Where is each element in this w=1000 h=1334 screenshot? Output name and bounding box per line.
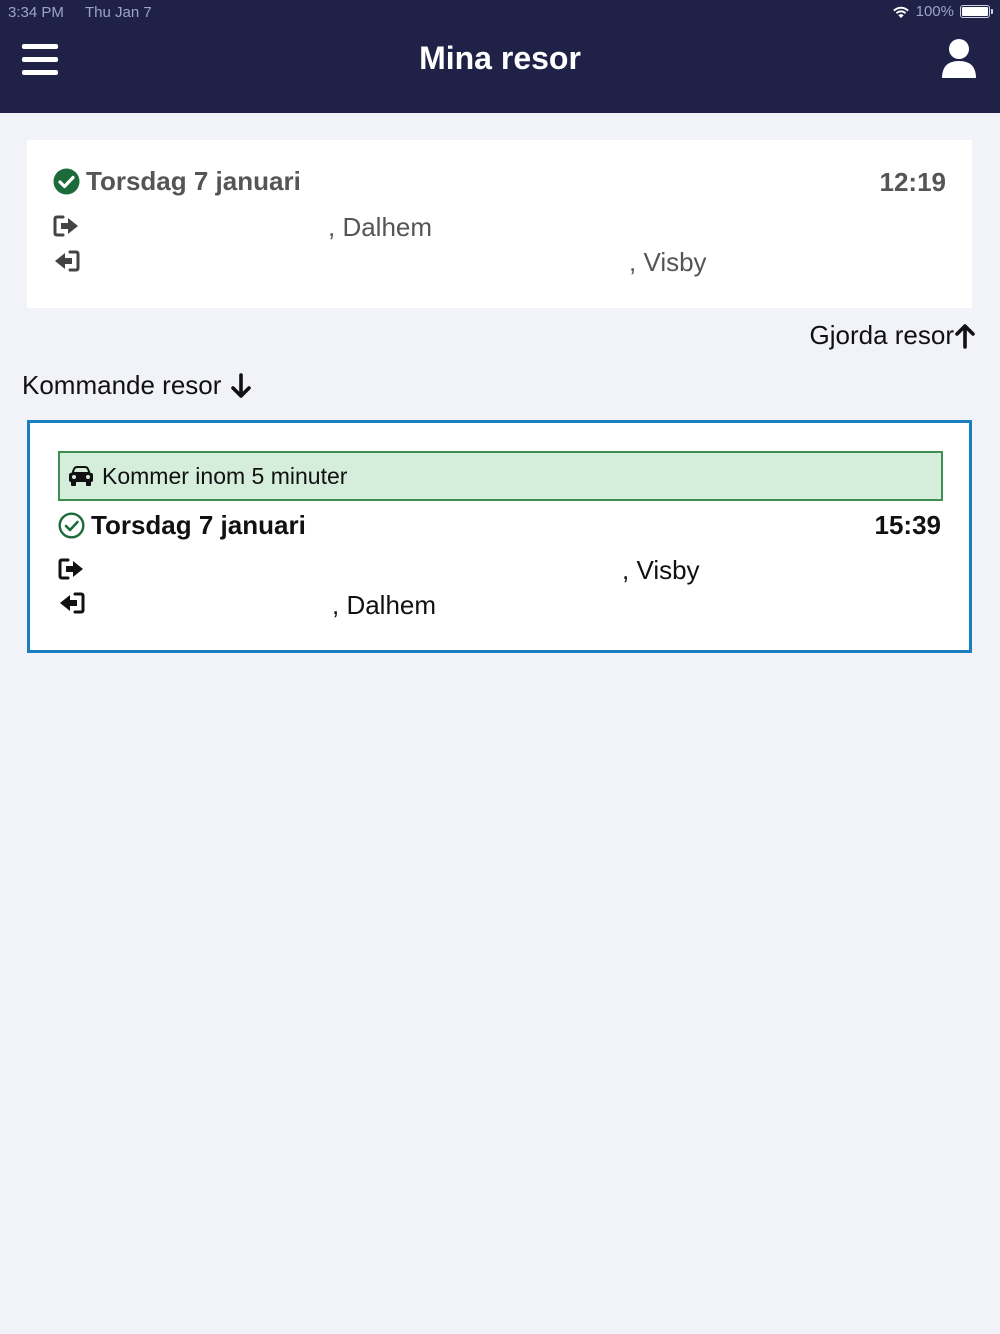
past-trip-header: Torsdag 7 januari [53, 166, 301, 197]
upcoming-trip-header: Torsdag 7 januari [58, 510, 306, 541]
battery-percent: 100% [915, 3, 954, 20]
wifi-icon [892, 6, 909, 18]
past-trip-card[interactable]: Torsdag 7 januari 12:19 , Dalhem , Visby [27, 140, 972, 308]
trip-from: , Visby [622, 555, 700, 585]
upcoming-trip-card[interactable]: Kommer inom 5 minuter Torsdag 7 januari … [27, 420, 972, 653]
trip-date: Torsdag 7 januari [91, 510, 306, 540]
app-header: 3:34 PM Thu Jan 7 100% Mina resor [0, 0, 1000, 113]
trip-from: , Dalhem [328, 212, 433, 242]
user-profile-button[interactable] [940, 38, 978, 80]
status-indicators: 100% [892, 3, 993, 20]
upcoming-trips-label: Kommande resor [22, 370, 222, 400]
user-icon [942, 39, 976, 78]
departure-icon [58, 558, 83, 580]
car-icon [69, 466, 93, 486]
done-trips-toggle[interactable]: Gjorda resor [810, 320, 977, 351]
trip-date: Torsdag 7 januari [86, 166, 301, 196]
trip-time: 15:39 [874, 510, 942, 540]
arrow-up-icon [955, 323, 975, 349]
check-circle-outline-icon [58, 512, 85, 539]
eta-text: Kommer inom 5 minuter [102, 462, 348, 489]
arrival-icon [60, 592, 85, 614]
trip-to: , Dalhem [332, 590, 437, 620]
page-title: Mina resor [419, 40, 581, 76]
status-bar: 3:34 PM Thu Jan 7 100% [0, 0, 1000, 26]
arrow-down-icon [231, 372, 252, 398]
arrival-icon [55, 250, 80, 272]
battery-icon [960, 5, 993, 18]
departure-icon [53, 215, 78, 237]
status-date: Thu Jan 7 [85, 4, 152, 21]
upcoming-trips-toggle[interactable]: Kommande resor [22, 370, 253, 401]
trip-time: 12:19 [879, 167, 947, 197]
trip-to: , Visby [629, 247, 707, 277]
done-trips-label: Gjorda resor [809, 320, 955, 350]
status-time: 3:34 PM [8, 4, 64, 21]
eta-banner: Kommer inom 5 minuter [58, 451, 943, 501]
check-circle-icon [53, 168, 80, 195]
